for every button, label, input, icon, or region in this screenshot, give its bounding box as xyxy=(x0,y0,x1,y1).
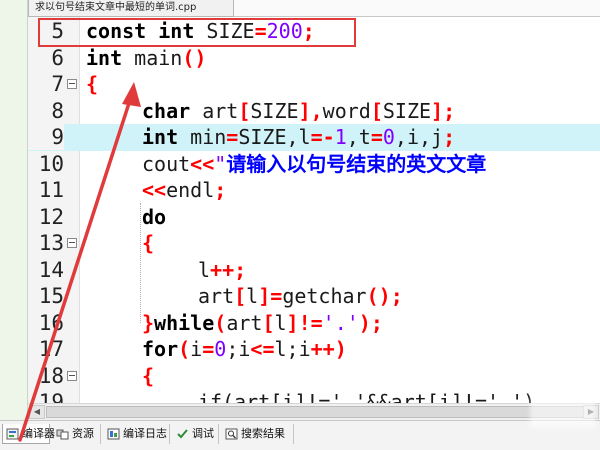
code-editor[interactable]: 5 const int SIZE=200; 6 int main() 7 { 8… xyxy=(28,17,600,403)
left-panel-strip xyxy=(0,0,28,422)
tab-compile-log[interactable]: 编译日志 xyxy=(104,424,170,444)
tab-label: 资源 xyxy=(72,427,94,440)
code-text: { xyxy=(142,231,155,255)
tab-label: 编译器 xyxy=(22,427,55,440)
scrollbar-thumb[interactable] xyxy=(46,406,586,418)
fold-toggle-icon[interactable] xyxy=(67,238,77,248)
resources-icon xyxy=(56,429,69,440)
tab-compiler[interactable]: 编译器 xyxy=(2,424,55,444)
code-text: do xyxy=(142,204,167,229)
code-line-17[interactable]: 17 for(i=0;i<=l;i++) xyxy=(28,336,600,363)
bottom-tool-tabs: 编译器 资源 编译日志 调试 搜索结果 xyxy=(0,420,600,450)
line-number: 10 xyxy=(38,151,64,176)
tab-debug[interactable]: 调试 xyxy=(173,424,219,444)
tab-resources[interactable]: 资源 xyxy=(53,424,101,444)
scroll-left-icon[interactable]: ◀ xyxy=(29,405,45,419)
code-line-5[interactable]: 5 const int SIZE=200; xyxy=(28,18,600,45)
line-number: 19 xyxy=(38,390,64,403)
code-text: l++; xyxy=(198,257,247,282)
code-line-11[interactable]: 11 <<endl; xyxy=(28,177,600,204)
line-number: 12 xyxy=(38,204,64,229)
search-results-icon xyxy=(225,428,238,440)
line-number: 5 xyxy=(51,19,64,43)
code-line-8[interactable]: 8 char art[SIZE],word[SIZE]; xyxy=(28,98,600,125)
code-line-19[interactable]: 19 if(art[i]!=' '&&art[i]!=' ') xyxy=(28,389,600,403)
code-line-9-current[interactable]: 9 int min=SIZE,l=-1,t=0,i,j; xyxy=(28,124,600,151)
line-number: 11 xyxy=(38,178,64,202)
tab-strip xyxy=(234,0,600,17)
file-tab[interactable]: 求以句号结束文章中最短的单词.cpp xyxy=(28,0,234,17)
code-text: art[l]=getchar(); xyxy=(198,284,403,308)
line-number: 13 xyxy=(38,231,64,255)
tab-label: 搜索结果 xyxy=(241,427,285,440)
line-number: 14 xyxy=(38,257,64,282)
code-text: { xyxy=(142,363,155,388)
line-number: 6 xyxy=(51,45,64,70)
code-line-13[interactable]: 13 { xyxy=(28,230,600,257)
code-line-14[interactable]: 14 l++; xyxy=(28,257,600,284)
code-text: int main() xyxy=(86,45,207,70)
line-number: 18 xyxy=(38,363,64,388)
horizontal-scrollbar[interactable]: ◀ ▶ xyxy=(28,403,600,420)
code-line-10[interactable]: 10 cout<<"请输入以句号结束的英文文章 xyxy=(28,151,600,178)
line-number: 7 xyxy=(51,72,64,96)
compile-log-icon xyxy=(107,428,120,440)
tab-label: 调试 xyxy=(192,427,214,440)
code-text: cout<<"请输入以句号结束的英文文章 xyxy=(142,151,487,176)
fold-toggle-icon[interactable] xyxy=(67,370,77,381)
code-text: { xyxy=(86,72,99,96)
fold-toggle-icon[interactable] xyxy=(67,79,77,89)
code-text: <<endl; xyxy=(142,178,227,202)
code-text: if(art[i]!=' '&&art[i]!=' ') xyxy=(198,390,536,403)
code-line-12[interactable]: 12 do xyxy=(28,204,600,231)
compiler-icon xyxy=(6,428,19,440)
code-line-18[interactable]: 18 { xyxy=(28,363,600,390)
watermark-blur xyxy=(530,398,596,428)
debug-check-icon xyxy=(177,429,188,439)
line-number: 8 xyxy=(51,98,64,123)
line-number: 15 xyxy=(38,284,64,308)
line-number: 16 xyxy=(38,310,64,335)
code-line-7[interactable]: 7 { xyxy=(28,71,600,98)
code-text: }while(art[l]!='.'); xyxy=(142,310,383,335)
line-number: 17 xyxy=(38,337,64,361)
file-tab-label: 求以句号结束文章中最短的单词.cpp xyxy=(35,2,197,13)
code-text: for(i=0;i<=l;i++) xyxy=(142,337,347,361)
tab-search-results[interactable]: 搜索结果 xyxy=(222,424,294,444)
code-line-16[interactable]: 16 }while(art[l]!='.'); xyxy=(28,310,600,337)
code-text: int min=SIZE,l=-1,t=0,i,j; xyxy=(142,125,456,149)
line-number: 9 xyxy=(28,124,64,150)
code-line-6[interactable]: 6 int main() xyxy=(28,45,600,72)
code-text: const int SIZE=200; xyxy=(86,19,315,43)
code-text: char art[SIZE],word[SIZE]; xyxy=(142,98,456,123)
tab-label: 编译日志 xyxy=(123,427,167,440)
code-line-15[interactable]: 15 art[l]=getchar(); xyxy=(28,283,600,310)
